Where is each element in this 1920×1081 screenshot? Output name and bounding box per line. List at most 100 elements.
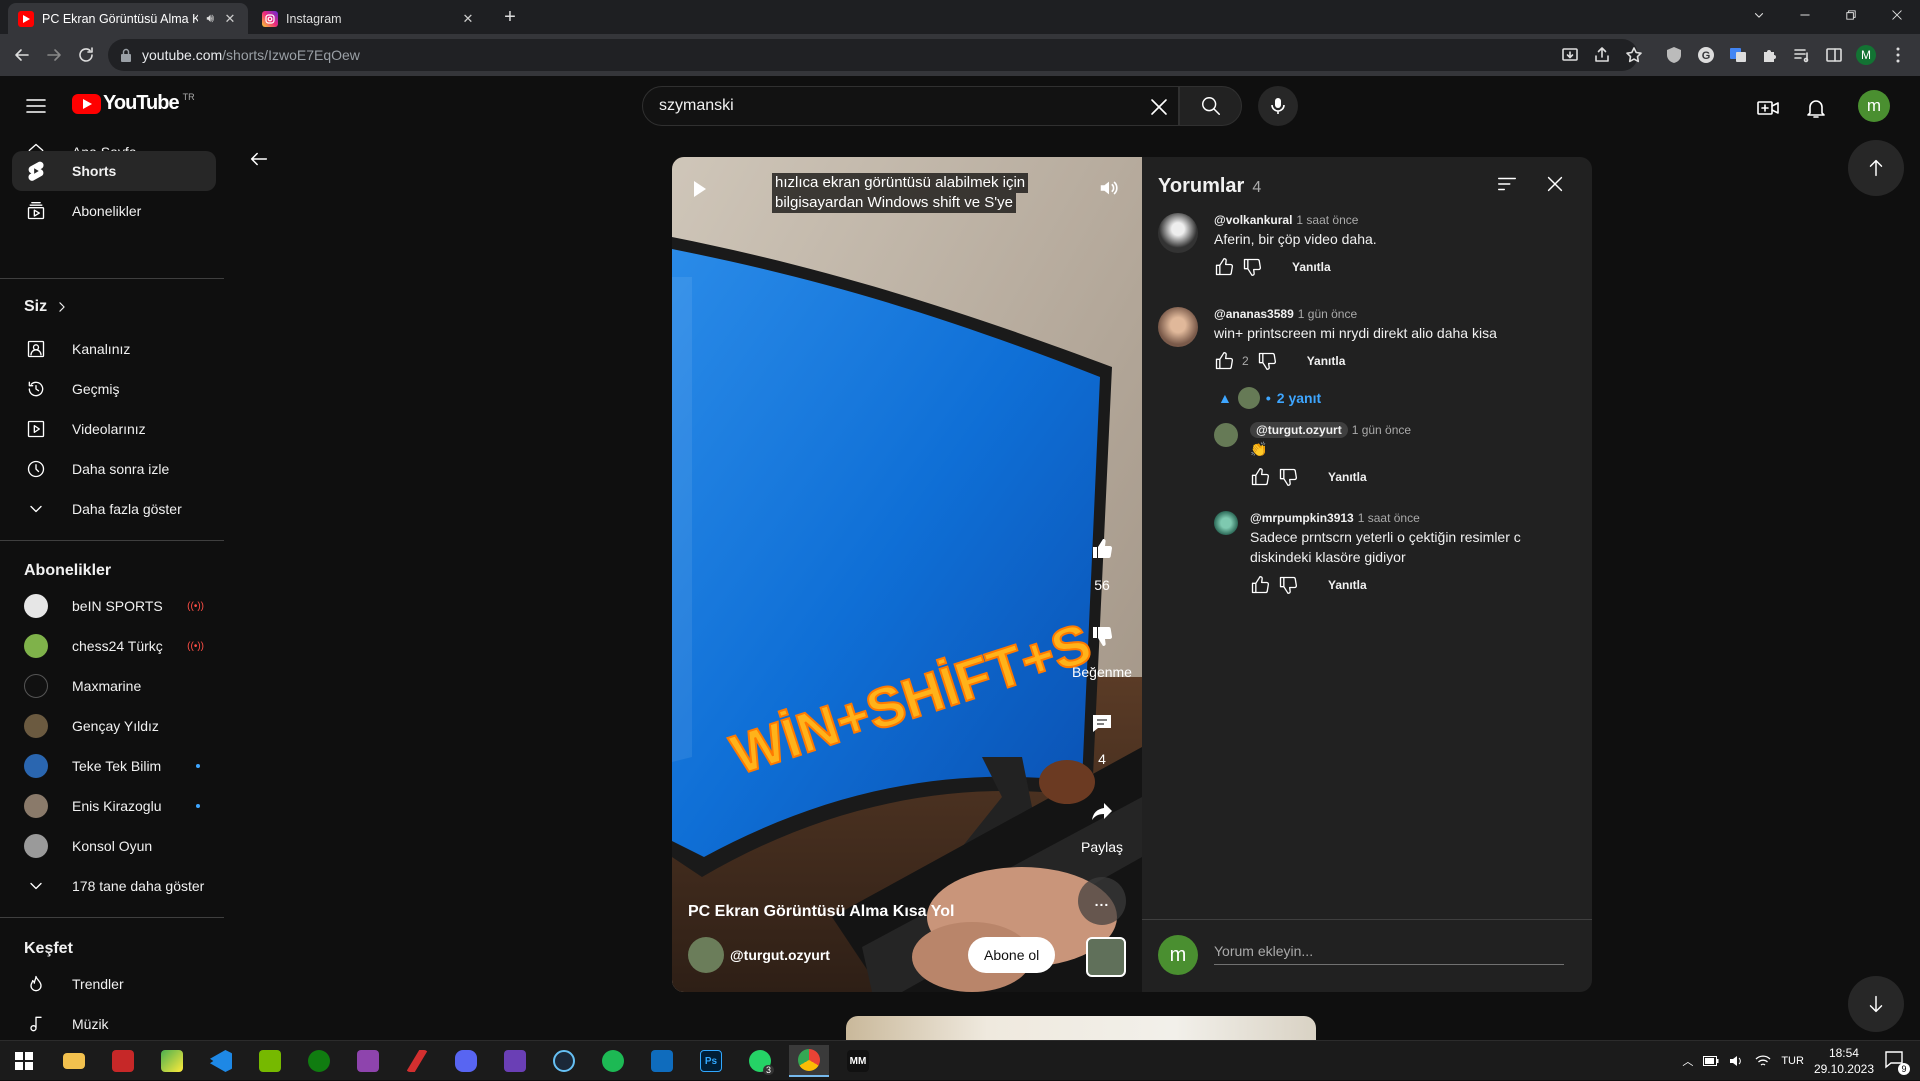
wifi-icon[interactable]: [1755, 1054, 1771, 1068]
sidebar-item-music[interactable]: Müzik: [12, 1004, 216, 1040]
spotify-icon[interactable]: [593, 1045, 633, 1077]
thumbs-down-icon[interactable]: [1078, 612, 1126, 660]
next-short-preview[interactable]: [846, 1016, 1316, 1040]
sidebar-channel-konsol-oyun[interactable]: Konsol Oyun: [12, 826, 216, 866]
puzzle-extensions-icon[interactable]: [1760, 45, 1780, 65]
subscribe-button[interactable]: Abone ol: [968, 937, 1056, 973]
comment-time[interactable]: 1 saat önce: [1358, 511, 1420, 525]
play-icon[interactable]: [692, 179, 708, 199]
sidebar-item-your-videos[interactable]: Videolarınız: [12, 409, 216, 449]
account-avatar[interactable]: m: [1858, 90, 1890, 122]
share-icon[interactable]: [1592, 45, 1612, 65]
windows-start-icon[interactable]: [4, 1045, 44, 1077]
xbox-icon[interactable]: [299, 1045, 339, 1077]
sidebar-you-heading[interactable]: Siz: [24, 298, 69, 316]
channel-handle[interactable]: @turgut.ozyurt: [730, 947, 830, 963]
speaker-icon[interactable]: 🔊︎: [206, 11, 214, 26]
restore-button[interactable]: [1828, 0, 1874, 30]
lock-icon[interactable]: [120, 48, 132, 62]
sidebar-item-shorts[interactable]: Shorts: [12, 151, 216, 191]
more-actions[interactable]: ...: [1070, 877, 1134, 929]
comments-action[interactable]: 4: [1070, 699, 1134, 767]
sidebar-item-your-channel[interactable]: Kanalınız: [12, 329, 216, 369]
translate-extension-icon[interactable]: [1728, 45, 1748, 65]
mm-app-icon[interactable]: MM: [838, 1045, 878, 1077]
menu-dots-icon[interactable]: [1888, 45, 1908, 65]
sidebar-item-history[interactable]: Geçmiş: [12, 369, 216, 409]
tray-overflow-chevron-icon[interactable]: ︿: [1682, 1053, 1693, 1069]
volume-tray-icon[interactable]: [1729, 1054, 1745, 1068]
commenter-avatar[interactable]: [1214, 423, 1238, 447]
thumbs-up-icon[interactable]: [1214, 257, 1234, 277]
sidebar-channel-chess24[interactable]: chess24 Türkçe ((•)): [12, 626, 216, 666]
battery-icon[interactable]: [1703, 1056, 1719, 1066]
voice-search-button[interactable]: [1258, 86, 1298, 126]
clear-search-icon[interactable]: [1148, 96, 1170, 118]
close-icon[interactable]: [1544, 173, 1568, 197]
tab-instagram[interactable]: Instagram ✕: [252, 3, 486, 34]
commenter-avatar[interactable]: [1158, 213, 1198, 253]
outlook-icon[interactable]: [642, 1045, 682, 1077]
thumbs-up-icon[interactable]: [1250, 467, 1270, 487]
add-comment-input[interactable]: Yorum ekleyin...: [1214, 937, 1564, 965]
commenter-avatar[interactable]: [1214, 511, 1238, 535]
thumbs-down-icon[interactable]: [1278, 467, 1298, 487]
whatsapp-icon[interactable]: 3: [740, 1045, 780, 1077]
sidebar-channel-teke-tek-bilim[interactable]: Teke Tek Bilim: [12, 746, 216, 786]
bookmark-star-icon[interactable]: [1624, 45, 1644, 65]
new-tab-button[interactable]: +: [500, 7, 520, 27]
dislike-action[interactable]: Beğenme: [1070, 612, 1134, 680]
thumbs-up-icon[interactable]: [1214, 351, 1234, 371]
input-language[interactable]: TUR: [1781, 1055, 1804, 1067]
file-explorer-icon[interactable]: [54, 1045, 94, 1077]
close-tab-icon[interactable]: ✕: [460, 11, 476, 27]
comment-author[interactable]: @volkankural: [1214, 213, 1292, 227]
grammar-extension-icon[interactable]: G: [1696, 45, 1716, 65]
comment-time[interactable]: 1 gün önce: [1298, 307, 1357, 321]
volume-icon[interactable]: [1098, 177, 1122, 201]
sidebar-item-show-more-subs[interactable]: 178 tane daha göster: [12, 866, 216, 906]
visual-studio-2-icon[interactable]: [495, 1045, 535, 1077]
more-horizontal-icon[interactable]: ...: [1078, 877, 1126, 925]
sidebar-item-trending[interactable]: Trendler: [12, 964, 216, 1004]
comment-author[interactable]: @mrpumpkin3913: [1250, 511, 1354, 525]
search-input[interactable]: szymanski: [642, 86, 1179, 126]
sidebar-item-watch-later[interactable]: Daha sonra izle: [12, 449, 216, 489]
tab-youtube[interactable]: PC Ekran Görüntüsü Alma K 🔊︎ ✕: [8, 3, 248, 34]
channel-avatar[interactable]: [688, 937, 724, 973]
thumbs-down-icon[interactable]: [1242, 257, 1262, 277]
sidebar-channel-bein-sports[interactable]: beIN SPORTS Tü... ((•)): [12, 586, 216, 626]
share-arrow-icon[interactable]: [1078, 787, 1126, 835]
url-field[interactable]: youtube.com/shorts/IzwoE7EqOew: [108, 39, 1638, 71]
share-action[interactable]: Paylaş: [1070, 787, 1134, 855]
sidebar-channel-gencay-yildiz[interactable]: Gençay Yıldız: [12, 706, 216, 746]
close-tab-icon[interactable]: ✕: [222, 11, 238, 27]
next-short-button[interactable]: [1848, 976, 1904, 1032]
browser-profile-avatar[interactable]: M: [1856, 45, 1876, 65]
sidebar-item-subscriptions[interactable]: Abonelikler: [12, 191, 216, 231]
shield-extension-icon[interactable]: [1664, 45, 1684, 65]
steam-icon[interactable]: [544, 1045, 584, 1077]
create-video-icon[interactable]: [1756, 96, 1780, 120]
comment-author[interactable]: @turgut.ozyurt: [1250, 422, 1348, 438]
like-action[interactable]: 56: [1070, 525, 1134, 593]
thumbs-down-icon[interactable]: [1278, 575, 1298, 595]
sidebar-channel-maxmarine[interactable]: Maxmarine: [12, 666, 216, 706]
visual-studio-icon[interactable]: [348, 1045, 388, 1077]
commenter-avatar[interactable]: [1158, 307, 1198, 347]
media-control-icon[interactable]: [1792, 45, 1812, 65]
replies-toggle[interactable]: ▲ • 2 yanıt: [1218, 387, 1321, 409]
thumbs-up-icon[interactable]: [1078, 525, 1126, 573]
reply-button[interactable]: Yanıtla: [1328, 578, 1367, 592]
sidebar-channel-enis-kirazoglu[interactable]: Enis Kirazoglu: [12, 786, 216, 826]
thumbs-down-icon[interactable]: [1257, 351, 1277, 371]
sort-icon[interactable]: [1496, 173, 1520, 197]
back-arrow-icon[interactable]: [12, 45, 32, 65]
snipping-tool-icon[interactable]: [152, 1045, 192, 1077]
comment-time[interactable]: 1 saat önce: [1296, 213, 1358, 227]
reply-button[interactable]: Yanıtla: [1292, 260, 1331, 274]
notification-center-icon[interactable]: 9: [1884, 1049, 1910, 1075]
thumbs-up-icon[interactable]: [1250, 575, 1270, 595]
short-channel[interactable]: @turgut.ozyurt: [688, 937, 830, 973]
reply-button[interactable]: Yanıtla: [1307, 354, 1346, 368]
